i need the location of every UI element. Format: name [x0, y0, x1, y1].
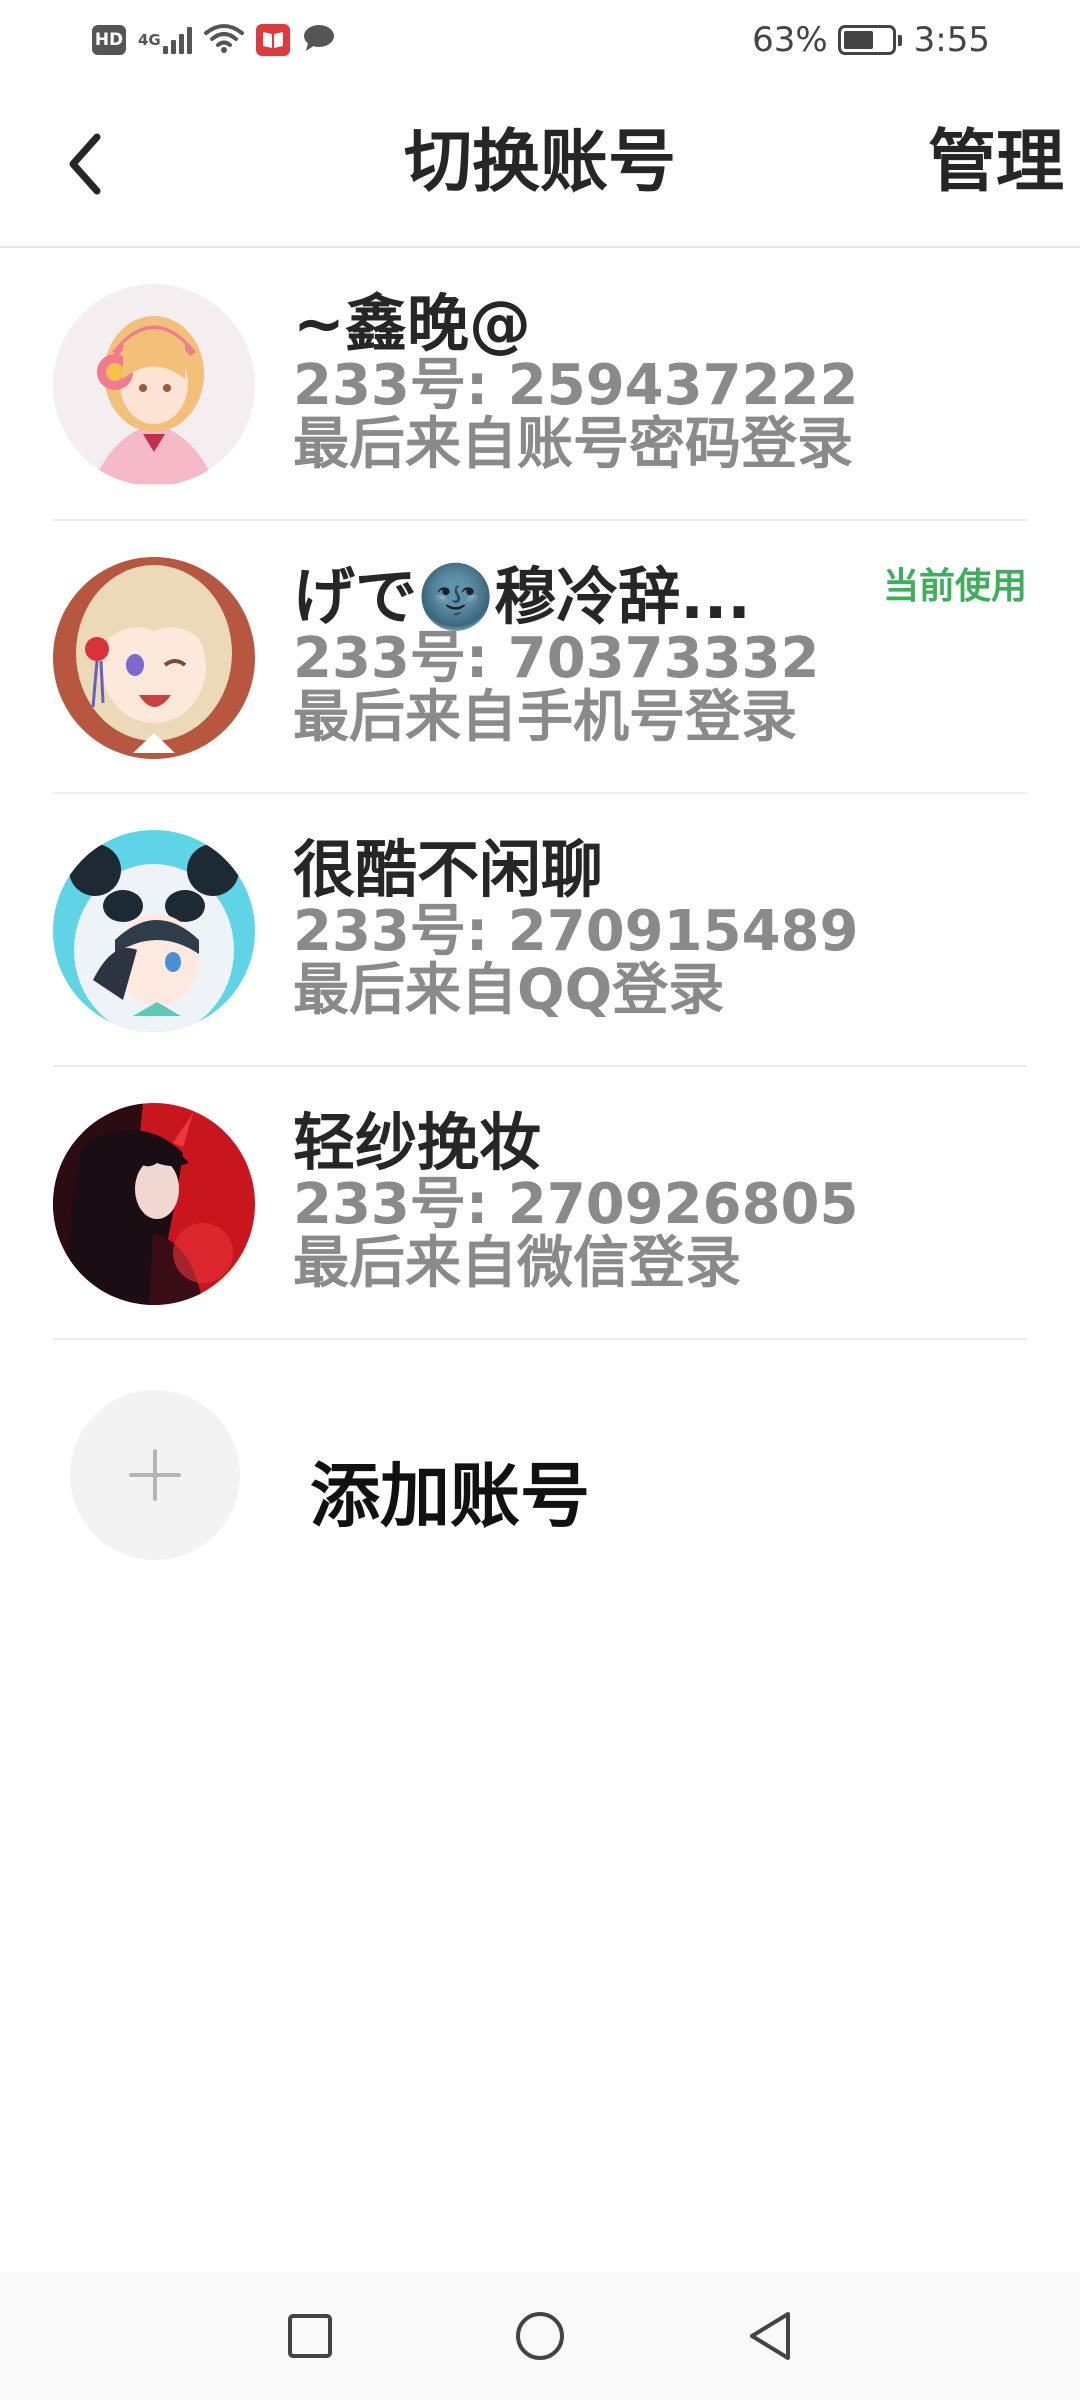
header: 切换账号 管理 [0, 80, 1080, 248]
status-left: HD 4G [92, 23, 348, 57]
account-name: 轻纱挽妆 [293, 1107, 542, 1179]
chat-notification-icon [302, 23, 336, 57]
account-name: 很酷不闲聊 [293, 834, 604, 906]
account-name: ~鑫晚@ [293, 288, 531, 360]
recent-apps-icon [288, 2314, 332, 2358]
account-list: ~鑫晚@ 233号: 259437222 最后来自账号密码登录 げで🌚穆冷辞..… [0, 248, 1080, 1340]
battery-percent: 63% [752, 20, 828, 60]
account-id: 233号: 270926805 [293, 1172, 859, 1237]
status-right: 63% 3:55 [742, 20, 990, 60]
wifi-icon [203, 23, 244, 57]
avatar [53, 557, 255, 759]
account-login-source: 最后来自手机号登录 [293, 685, 797, 750]
avatar [53, 830, 255, 1032]
add-account-circle [70, 1390, 240, 1560]
account-id: 233号: 70373332 [293, 626, 820, 691]
home-icon [516, 2312, 564, 2360]
add-account-button[interactable]: 添加账号 [0, 1340, 1080, 1560]
signal-icon [162, 26, 192, 54]
system-nav-bar [0, 2272, 1080, 2400]
account-id: 233号: 270915489 [293, 899, 859, 964]
recent-apps-button[interactable] [265, 2291, 355, 2381]
home-button[interactable] [495, 2291, 585, 2381]
avatar [53, 284, 255, 486]
battery-fill [843, 31, 873, 49]
page-title: 切换账号 [403, 123, 676, 202]
manage-button[interactable]: 管理 [928, 122, 1064, 204]
screen: HD 4G 63% 3:55 切换账号 管理 ~鑫晚@ 233号: 259437… [0, 0, 1080, 2400]
account-item[interactable]: げで🌚穆冷辞... 233号: 70373332 最后来自手机号登录 当前使用 [53, 521, 1027, 794]
battery-icon [837, 25, 902, 55]
account-name: げで🌚穆冷辞... [293, 561, 751, 633]
clock-time: 3:55 [913, 20, 990, 60]
network-type-label: 4G [138, 31, 161, 49]
account-login-source: 最后来自微信登录 [293, 1231, 741, 1296]
account-login-source: 最后来自QQ登录 [293, 958, 725, 1023]
account-login-source: 最后来自账号密码登录 [293, 412, 853, 477]
avatar [53, 1103, 255, 1305]
account-id: 233号: 259437222 [293, 353, 859, 418]
back-nav-button[interactable] [725, 2291, 815, 2381]
hd-icon: HD [92, 25, 126, 55]
add-account-label: 添加账号 [310, 1455, 590, 1537]
book-app-icon [255, 24, 290, 56]
current-account-badge: 当前使用 [882, 566, 1027, 607]
plus-icon [129, 1449, 181, 1501]
status-bar: HD 4G 63% 3:55 [0, 0, 1080, 80]
account-item[interactable]: 轻纱挽妆 233号: 270926805 最后来自微信登录 [53, 1067, 1027, 1340]
account-item[interactable]: ~鑫晚@ 233号: 259437222 最后来自账号密码登录 [53, 248, 1027, 521]
account-item[interactable]: 很酷不闲聊 233号: 270915489 最后来自QQ登录 [53, 794, 1027, 1067]
back-icon [750, 2312, 790, 2360]
